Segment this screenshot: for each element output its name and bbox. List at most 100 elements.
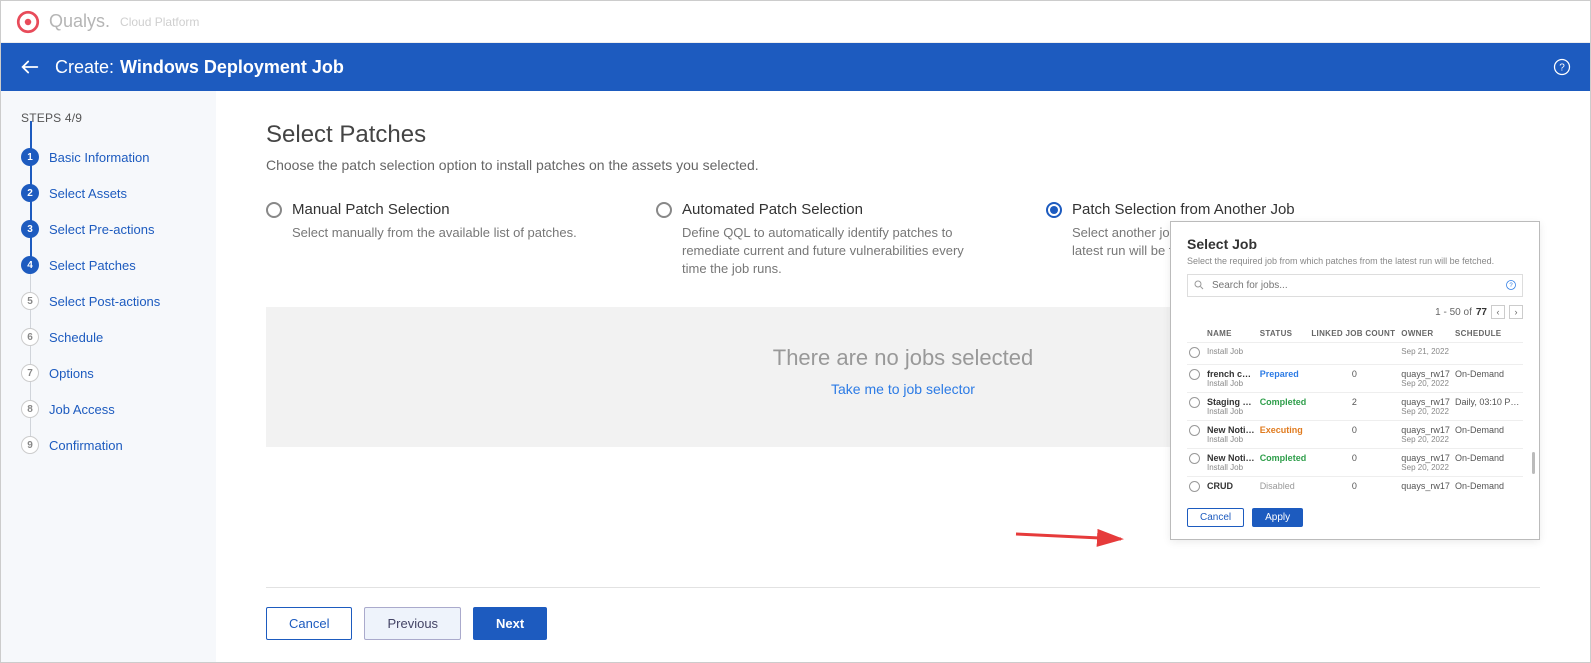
row-status: Completed (1260, 453, 1307, 463)
svg-text:?: ? (1559, 62, 1565, 73)
row-owner: quays_rw17 (1401, 481, 1451, 491)
row-date: Sep 20, 2022 (1401, 379, 1451, 388)
step-5[interactable]: 5Select Post-actions (21, 283, 208, 319)
step-label: Select Assets (49, 186, 127, 201)
row-date: Sep 21, 2022 (1401, 347, 1451, 356)
top-bar: Qualys. Cloud Platform (1, 1, 1590, 43)
next-button[interactable]: Next (473, 607, 547, 640)
job-row[interactable]: New Noti…Install JobCompleted0quays_rw17… (1187, 449, 1523, 477)
help-icon[interactable]: ? (1552, 57, 1572, 77)
row-owner: quays_rw17 (1401, 369, 1451, 379)
radio-desc: Define QQL to automatically identify pat… (682, 224, 986, 279)
col-name: NAME (1205, 325, 1258, 343)
row-schedule: On-Demand (1453, 449, 1523, 477)
step-4[interactable]: 4Select Patches (21, 247, 208, 283)
annotation-arrow (1016, 529, 1136, 556)
steps-header: STEPS 4/9 (21, 111, 208, 125)
jobs-table: NAME STATUS LINKED JOB COUNT OWNER SCHED… (1187, 325, 1523, 498)
step-9[interactable]: 9Confirmation (21, 427, 208, 463)
row-status: Prepared (1260, 369, 1299, 379)
col-owner: OWNER (1399, 325, 1453, 343)
row-date: Sep 20, 2022 (1401, 407, 1451, 416)
popup-subtitle: Select the required job from which patch… (1187, 256, 1523, 266)
pager-range: 1 - 50 of (1435, 307, 1472, 318)
row-owner: quays_rw17 (1401, 453, 1451, 463)
job-row[interactable]: Staging …Install JobCompleted2quays_rw17… (1187, 393, 1523, 421)
row-owner: quays_rw17 (1401, 425, 1451, 435)
row-name: New Noti… (1207, 453, 1256, 463)
row-radio-icon[interactable] (1189, 397, 1200, 408)
row-radio-icon[interactable] (1189, 453, 1200, 464)
row-type: Install Job (1207, 379, 1256, 388)
row-radio-icon[interactable] (1189, 369, 1200, 380)
step-number-icon: 3 (21, 220, 39, 238)
radio-title: Patch Selection from Another Job (1072, 201, 1295, 218)
col-linked: LINKED JOB COUNT (1309, 325, 1399, 343)
popup-cancel-button[interactable]: Cancel (1187, 508, 1244, 527)
pager-next-icon[interactable]: › (1509, 305, 1523, 319)
radio-title: Manual Patch Selection (292, 201, 450, 218)
job-row[interactable]: french c…Install Job Prepared 0quays_rw17S… (1187, 365, 1523, 393)
row-owner: quays_rw17 (1401, 397, 1451, 407)
row-radio-icon[interactable] (1189, 425, 1200, 436)
row-date: Sep 20, 2022 (1401, 435, 1451, 444)
row-linked: 0 (1309, 365, 1399, 393)
row-schedule (1453, 343, 1523, 365)
step-8[interactable]: 8Job Access (21, 391, 208, 427)
step-number-icon: 7 (21, 364, 39, 382)
step-2[interactable]: 2Select Assets (21, 175, 208, 211)
svg-text:?: ? (1509, 283, 1513, 289)
row-name: Staging … (1207, 397, 1256, 407)
steps-list: 1Basic Information2Select Assets3Select … (21, 139, 208, 463)
step-3[interactable]: 3Select Pre-actions (21, 211, 208, 247)
step-label: Options (49, 366, 94, 381)
brand-name: Qualys. (49, 11, 110, 32)
job-row[interactable]: New Noti…Install JobExecuting0quays_rw17… (1187, 421, 1523, 449)
job-search-input[interactable] (1187, 274, 1523, 297)
cancel-button[interactable]: Cancel (266, 607, 352, 640)
job-row[interactable]: Install JobSep 21, 2022 (1187, 343, 1523, 365)
row-name: french c… (1207, 369, 1256, 379)
scrollbar-indicator[interactable] (1532, 452, 1535, 474)
job-row[interactable]: CRUD Disabled 0quays_rw17On-Demand (1187, 477, 1523, 499)
col-schedule: SCHEDULE (1453, 325, 1523, 343)
step-label: Select Patches (49, 258, 136, 273)
step-number-icon: 9 (21, 436, 39, 454)
step-7[interactable]: 7 Options (21, 355, 208, 391)
row-status: Completed (1260, 397, 1307, 407)
radio-icon (1046, 202, 1062, 218)
row-schedule: Daily, 03:10 P… (1453, 393, 1523, 421)
job-selector-link[interactable]: Take me to job selector (831, 381, 975, 397)
row-schedule: On-Demand (1453, 421, 1523, 449)
row-radio-icon[interactable] (1189, 481, 1200, 492)
page-title: Select Patches (266, 121, 1540, 149)
popup-title: Select Job (1187, 236, 1523, 252)
row-status: Disabled (1260, 481, 1295, 491)
patch-option-radio[interactable]: Manual Patch Selection (266, 201, 596, 218)
row-type: Install Job (1207, 435, 1256, 444)
back-arrow-icon[interactable] (19, 56, 41, 78)
step-6[interactable]: 6 Schedule (21, 319, 208, 355)
row-radio-icon[interactable] (1189, 347, 1200, 358)
row-linked: 0 (1309, 477, 1399, 499)
patch-option-radio[interactable]: Patch Selection from Another Job (1046, 201, 1376, 218)
row-type: Install Job (1207, 463, 1256, 472)
row-date: Sep 20, 2022 (1401, 463, 1451, 472)
select-job-popup: Select Job Select the required job from … (1170, 221, 1540, 540)
row-linked: 0 (1309, 421, 1399, 449)
row-name: CRUD (1207, 481, 1256, 491)
row-schedule: On-Demand (1453, 477, 1523, 499)
step-label: Basic Information (49, 150, 149, 165)
search-help-icon[interactable]: ? (1505, 279, 1517, 291)
popup-apply-button[interactable]: Apply (1252, 508, 1303, 527)
step-number-icon: 1 (21, 148, 39, 166)
step-label: Job Access (49, 402, 115, 417)
previous-button[interactable]: Previous (364, 607, 461, 640)
step-number-icon: 6 (21, 328, 39, 346)
patch-option-radio[interactable]: Automated Patch Selection (656, 201, 986, 218)
step-1[interactable]: 1 Basic Information (21, 139, 208, 175)
patch-option-0: Manual Patch SelectionSelect manually fr… (266, 201, 596, 279)
step-label: Schedule (49, 330, 103, 345)
radio-icon (266, 202, 282, 218)
pager-prev-icon[interactable]: ‹ (1491, 305, 1505, 319)
